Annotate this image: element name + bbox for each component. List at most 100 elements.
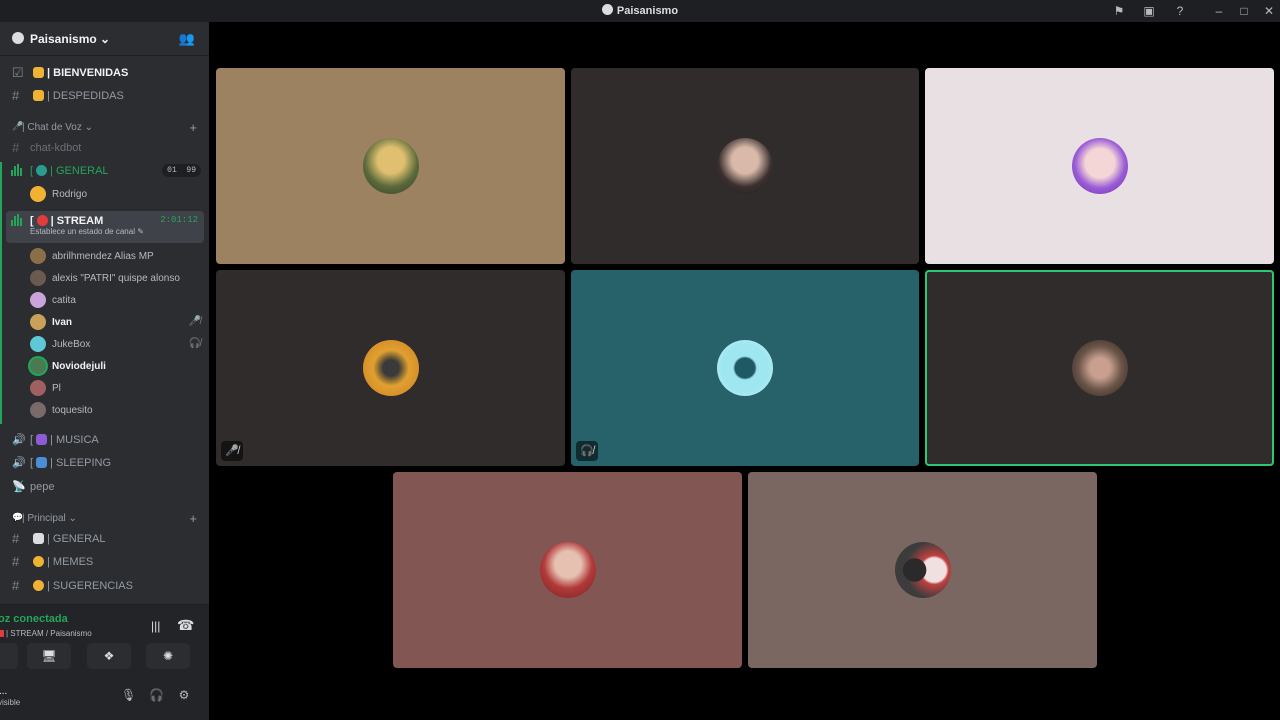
voice-user[interactable]: alexis "PATRI" quispe alonso	[30, 268, 205, 288]
channel-chat-kdbot[interactable]: # chat-kdbot	[0, 138, 209, 158]
maximize-icon[interactable]: □	[1236, 3, 1252, 19]
create-channel-icon[interactable]: +	[189, 120, 197, 135]
channel-bienvenidas[interactable]: ☑ | BIENVENIDAS	[0, 63, 209, 83]
voice-channel-general[interactable]: [| GENERAL 01 99	[0, 161, 209, 181]
channel-label: | DESPEDIDAS	[47, 90, 124, 102]
video-tile[interactable]	[393, 472, 742, 668]
avatar	[30, 248, 46, 264]
avatar	[717, 138, 773, 194]
mic-muted-icon: 🎤̸	[221, 441, 243, 461]
activities-button[interactable]: ❖	[87, 643, 131, 669]
discord-logo-icon	[601, 4, 613, 15]
disconnect-icon[interactable]: ☎	[177, 617, 194, 634]
channel-label: | BIENVENIDAS	[47, 67, 129, 79]
deafened-icon: 🎧̸	[576, 441, 598, 461]
zzz-emoji-icon	[36, 457, 48, 468]
user-name: Noviodejuli	[52, 361, 106, 372]
avatar	[30, 186, 46, 202]
channel-label: pepe	[30, 481, 55, 493]
video-tile[interactable]	[571, 68, 919, 264]
settings-gear-icon[interactable]: ⚙	[177, 688, 191, 702]
server-header[interactable]: Paisanismo ⌄ 👥	[0, 22, 209, 56]
avatar	[30, 336, 46, 352]
user-panel-status: visible	[0, 698, 21, 707]
wave-emoji-icon	[33, 90, 44, 101]
server-name: Paisanismo ⌄	[30, 32, 111, 46]
voice-user[interactable]: Pl	[30, 378, 205, 398]
user-limit-badge: 01 99	[162, 164, 201, 177]
voice-connected-channel[interactable]: | STREAM / Paisanismo	[0, 629, 92, 638]
user-name: JukeBox	[52, 339, 91, 350]
voice-speaking-icon	[11, 214, 25, 226]
avatar	[30, 402, 46, 418]
window-title: Paisanismo	[616, 5, 679, 17]
mic-muted-icon: 🎤̸	[188, 316, 201, 327]
voice-connected-status[interactable]: oz conectada	[0, 613, 68, 625]
video-tile[interactable]: 🎧̸	[571, 270, 919, 466]
deafened-icon: 🎧̸	[188, 338, 201, 349]
video-tile[interactable]	[216, 68, 565, 264]
flag-icon[interactable]: ⚑	[1111, 3, 1127, 19]
channel-label: | SUGERENCIAS	[47, 580, 133, 592]
user-panel-name[interactable]: ...	[0, 686, 7, 697]
channel-despedidas[interactable]: # | DESPEDIDAS	[0, 86, 209, 106]
voice-user[interactable]: toquesito	[30, 400, 205, 420]
create-channel-icon[interactable]: +	[189, 511, 197, 526]
avatar	[1071, 138, 1128, 194]
avatar	[30, 314, 46, 330]
voice-channel-stream[interactable]: [| STREAM 2:01:12 Establece un estado de…	[6, 211, 204, 243]
voice-user[interactable]: catita	[30, 290, 205, 310]
red-circle-emoji-icon	[36, 215, 48, 226]
screen-share-button[interactable]: 🖥	[27, 643, 71, 669]
voice-user[interactable]: Rodrigo	[30, 184, 205, 204]
channel-sugerencias[interactable]: # | SUGERENCIAS	[0, 576, 209, 596]
signal-strength-icon[interactable]: |||	[151, 619, 160, 633]
video-tile-speaking[interactable]	[925, 270, 1274, 466]
category-chat-de-voz[interactable]: 🎤 | Chat de Voz ⌄ +	[0, 118, 209, 138]
hash-icon: #	[12, 531, 20, 546]
voice-user[interactable]: Noviodejuli	[30, 356, 205, 376]
help-icon[interactable]: ?	[1172, 3, 1188, 19]
voice-user[interactable]: JukeBox 🎧̸	[30, 334, 205, 354]
channel-label: | GENERAL	[47, 533, 106, 545]
close-icon[interactable]: ✕	[1261, 3, 1277, 19]
user-name: catita	[52, 295, 76, 306]
headphones-icon[interactable]: 🎧	[149, 688, 164, 702]
minimize-icon[interactable]: –	[1211, 3, 1227, 19]
voice-channel-musica[interactable]: 🔊 [| MUSICA	[0, 430, 209, 450]
category-label: | Principal	[22, 513, 66, 524]
camera-button[interactable]	[0, 643, 18, 669]
channel-label: chat-kdbot	[30, 142, 82, 154]
microphone-icon[interactable]: 🎙	[121, 688, 136, 702]
invite-people-icon[interactable]: 👥	[179, 31, 195, 47]
user-name: abrilhmendez Alias MP	[52, 251, 154, 262]
category-principal[interactable]: 💬 | Principal ⌄ +	[0, 509, 209, 529]
laughing-emoji-icon	[33, 556, 44, 567]
soundboard-button[interactable]: ✺	[146, 643, 190, 669]
video-tile[interactable]	[925, 68, 1274, 264]
speaker-icon: 🔊	[12, 457, 26, 469]
video-tile[interactable]	[748, 472, 1097, 668]
channel-sidebar: Paisanismo ⌄ 👥 ☑ | BIENVENIDAS # | DESPE…	[0, 22, 209, 720]
avatar	[717, 340, 773, 396]
voice-speaking-icon	[11, 164, 25, 176]
inbox-icon[interactable]: ▣	[1141, 3, 1157, 19]
thinking-emoji-icon	[33, 580, 44, 591]
video-tile[interactable]: 🎤̸	[216, 270, 565, 466]
voice-user[interactable]: abrilhmendez Alias MP	[30, 246, 205, 266]
connected-indicator	[0, 162, 2, 424]
category-label: | Chat de Voz	[22, 122, 82, 133]
channel-label: | SLEEPING	[50, 457, 111, 469]
voice-channel-sleeping[interactable]: 🔊 [| SLEEPING	[0, 453, 209, 473]
stage-channel-pepe[interactable]: 📡 pepe	[0, 477, 209, 497]
channel-status[interactable]: Establece un estado de canal ✎	[30, 227, 144, 236]
channel-memes[interactable]: # | MEMES	[0, 552, 209, 572]
speech-emoji-icon	[33, 533, 44, 544]
channel-general-text[interactable]: # | GENERAL	[0, 529, 209, 549]
channel-label: | STREAM	[50, 215, 104, 227]
avatar	[30, 292, 46, 308]
avatar	[362, 138, 419, 194]
stage-icon: 📡	[12, 481, 26, 493]
voice-user[interactable]: Ivan 🎤̸	[30, 312, 205, 332]
avatar	[30, 380, 46, 396]
